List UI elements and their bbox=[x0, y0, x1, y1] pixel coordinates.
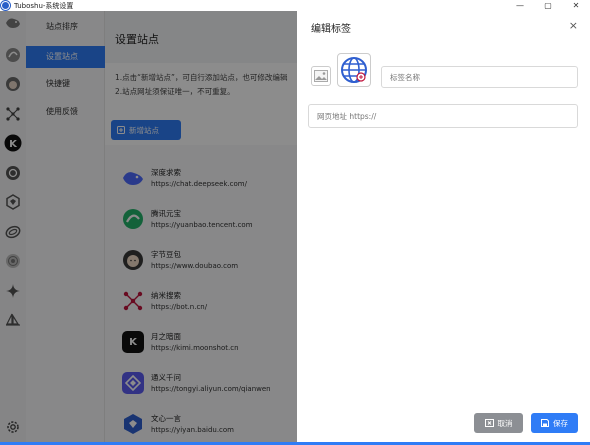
image-upload-icon[interactable] bbox=[311, 66, 331, 86]
globe-icon[interactable] bbox=[337, 53, 371, 87]
drawer-title: 编辑标签 bbox=[311, 24, 351, 35]
title-bar: Tuboshu-系统设置 — ▢ ✕ bbox=[0, 0, 590, 11]
save-button[interactable]: 保存 bbox=[531, 413, 578, 433]
close-icon[interactable]: × bbox=[569, 19, 578, 32]
edit-tag-drawer: 编辑标签 × 取消 保存 bbox=[297, 11, 590, 445]
window-title: Tuboshu-系统设置 bbox=[14, 1, 74, 10]
save-icon bbox=[541, 419, 549, 427]
save-label: 保存 bbox=[553, 418, 568, 428]
app-icon bbox=[1, 1, 10, 10]
cancel-icon bbox=[484, 419, 494, 427]
modal-overlay[interactable] bbox=[0, 11, 297, 445]
cancel-label: 取消 bbox=[497, 418, 513, 428]
tag-name-input[interactable] bbox=[381, 66, 578, 88]
cancel-button[interactable]: 取消 bbox=[474, 413, 523, 433]
url-input[interactable] bbox=[308, 104, 578, 128]
maximize-button[interactable]: ▢ bbox=[534, 0, 562, 11]
minimize-button[interactable]: — bbox=[506, 0, 534, 11]
close-window-button[interactable]: ✕ bbox=[562, 0, 590, 11]
